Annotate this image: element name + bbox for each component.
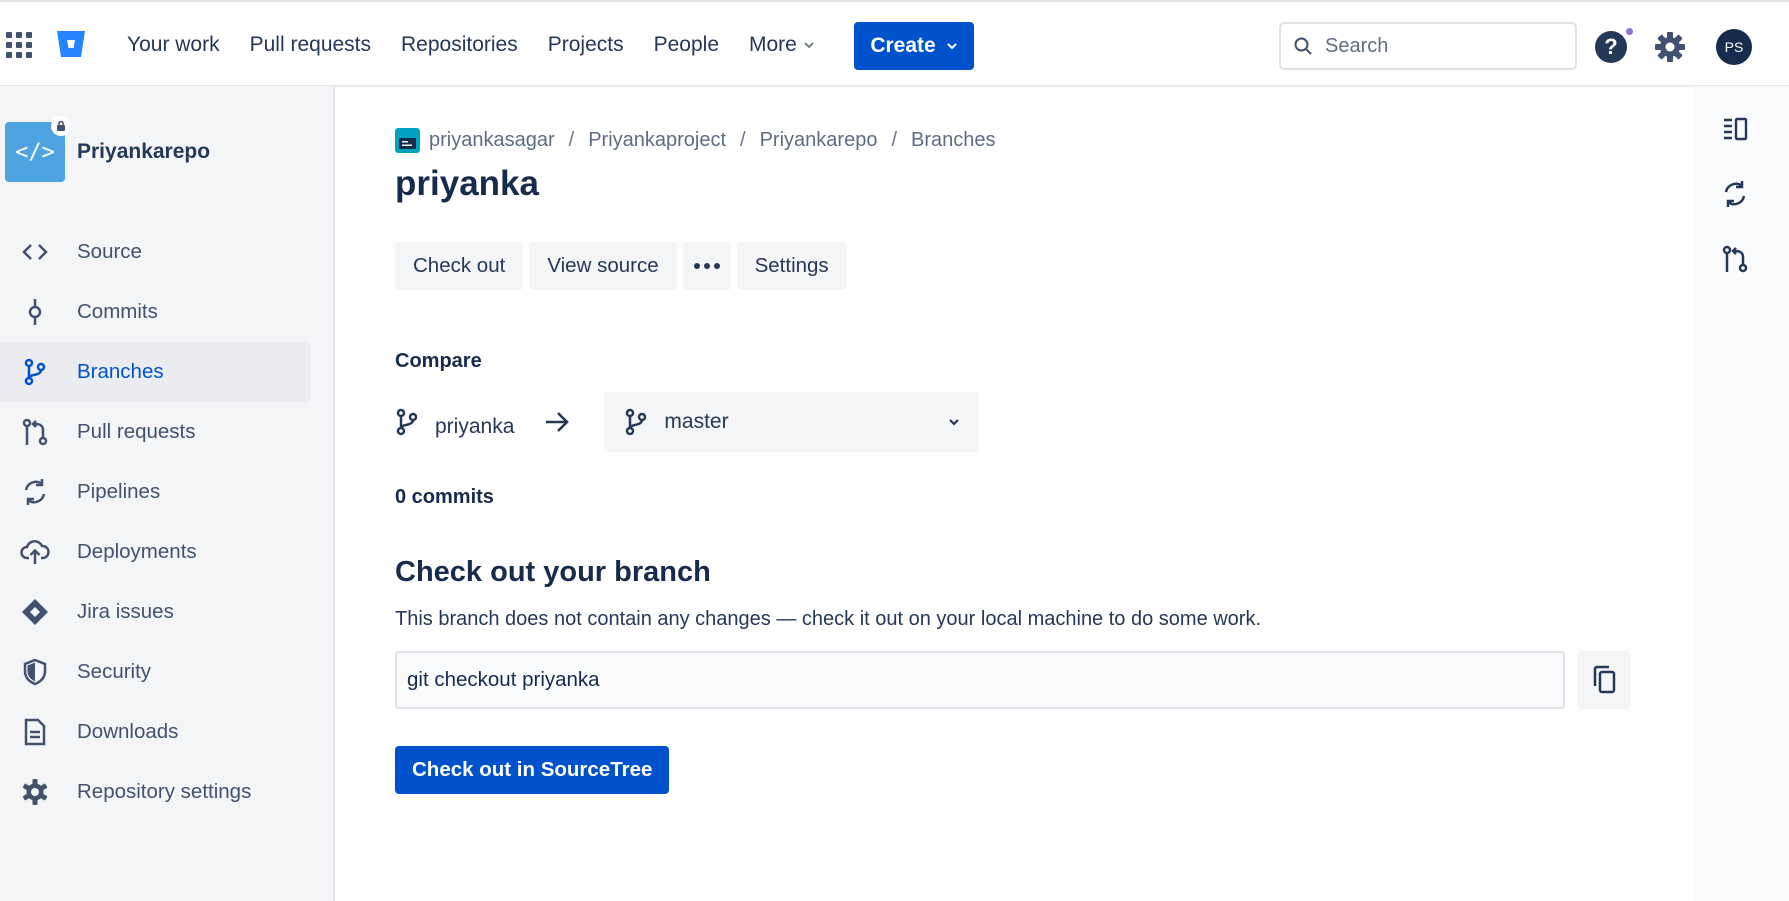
settings-gear-icon[interactable]: [1653, 30, 1687, 64]
repo-code-glyph: </>: [15, 139, 55, 165]
compare-row: priyanka master: [395, 392, 980, 452]
deployments-cloud-icon: [20, 537, 50, 567]
nav-more-dropdown[interactable]: More: [734, 2, 830, 88]
search-input[interactable]: [1325, 34, 1555, 58]
check-out-in-sourcetree-button[interactable]: Check out in SourceTree: [395, 746, 670, 794]
sidebar-item-source[interactable]: Source: [0, 222, 311, 282]
repo-icon: </>: [5, 116, 71, 182]
sidebar-item-label: Branches: [77, 360, 164, 383]
search-icon: [1294, 37, 1312, 55]
right-rail: [1693, 86, 1789, 901]
top-navigation-bar: Your work Pull requests Repositories Pro…: [0, 0, 1789, 86]
sidebar-item-downloads[interactable]: Downloads: [0, 702, 311, 762]
branch-actions: Check out View source Settings: [395, 242, 847, 290]
sidebar-item-branches[interactable]: Branches: [0, 342, 311, 402]
destination-branch-name: master: [664, 410, 729, 433]
more-actions-button[interactable]: [682, 242, 731, 290]
source-branch: priyanka: [395, 405, 514, 439]
sidebar-item-label: Downloads: [77, 720, 179, 743]
commit-icon: [20, 297, 50, 327]
gear-icon: [20, 777, 50, 807]
pull-request-icon[interactable]: [1720, 244, 1750, 274]
chevron-down-icon: [946, 43, 957, 50]
sidebar-item-deployments[interactable]: Deployments: [0, 522, 311, 582]
view-source-button[interactable]: View source: [529, 242, 677, 290]
create-button[interactable]: Create: [854, 22, 974, 70]
sidebar-item-label: Pull requests: [77, 420, 196, 443]
checkout-section-description: This branch does not contain any changes…: [395, 608, 1262, 630]
repo-sidebar: </> Priyankarepo Source Commits Branches: [0, 86, 335, 901]
copy-command-button[interactable]: [1577, 651, 1631, 709]
sidebar-nav: Source Commits Branches Pull requests Pi…: [0, 222, 311, 822]
sidebar-panel-icon[interactable]: [1720, 114, 1750, 144]
repo-name: Priyankarepo: [77, 140, 211, 163]
sidebar-item-pull-requests[interactable]: Pull requests: [0, 402, 311, 462]
lock-icon: [51, 116, 71, 136]
checkout-command-input[interactable]: [407, 668, 1547, 692]
sidebar-item-jira-issues[interactable]: Jira issues: [0, 582, 311, 642]
repo-header[interactable]: </> Priyankarepo: [5, 116, 211, 182]
breadcrumb-repository[interactable]: Priyankarepo: [760, 129, 878, 152]
project-avatar-icon: [395, 128, 420, 153]
breadcrumb-workspace[interactable]: priyankasagar: [429, 129, 555, 152]
source-branch-name: priyanka: [435, 415, 515, 438]
pipelines-sync-icon[interactable]: [1720, 179, 1750, 209]
app-switcher-icon[interactable]: [6, 32, 32, 58]
commits-count: 0 commits: [395, 486, 494, 508]
nav-pull-requests[interactable]: Pull requests: [235, 2, 386, 88]
notification-dot: [1624, 26, 1635, 37]
check-out-button[interactable]: Check out: [395, 242, 524, 290]
breadcrumb: priyankasagar / Priyankaproject / Priyan…: [395, 128, 996, 153]
nav-people[interactable]: People: [639, 2, 734, 88]
branch-icon: [396, 408, 418, 436]
source-code-icon: [20, 237, 50, 267]
settings-button[interactable]: Settings: [736, 242, 847, 290]
page-title: priyanka: [395, 164, 539, 203]
breadcrumb-project[interactable]: Priyankaproject: [588, 129, 726, 152]
chevron-down-icon: [949, 419, 960, 426]
sidebar-item-label: Commits: [77, 300, 158, 323]
sidebar-item-label: Source: [77, 240, 142, 263]
help-icon[interactable]: ?: [1595, 31, 1627, 63]
nav-more-label: More: [749, 33, 797, 56]
sidebar-item-repository-settings[interactable]: Repository settings: [0, 762, 311, 822]
sidebar-item-pipelines[interactable]: Pipelines: [0, 462, 311, 522]
nav-repositories[interactable]: Repositories: [386, 2, 533, 88]
branch-icon: [626, 408, 647, 436]
sidebar-item-commits[interactable]: Commits: [0, 282, 311, 342]
breadcrumb-branches[interactable]: Branches: [911, 129, 996, 152]
breadcrumb-separator: /: [740, 129, 746, 151]
nav-your-work[interactable]: Your work: [112, 2, 235, 88]
nav-projects[interactable]: Projects: [533, 2, 639, 88]
destination-branch-select[interactable]: master: [604, 392, 980, 452]
search-box[interactable]: [1279, 22, 1577, 70]
chevron-down-icon: [804, 42, 814, 49]
pipelines-icon: [20, 477, 50, 507]
breadcrumb-separator: /: [568, 129, 575, 151]
create-button-label: Create: [870, 34, 936, 57]
checkout-command-field[interactable]: [395, 651, 1565, 709]
compare-label: Compare: [395, 350, 482, 372]
main-nav: Your work Pull requests Repositories Pro…: [112, 2, 830, 88]
more-dots-icon: [693, 263, 720, 269]
branch-icon: [20, 357, 50, 387]
arrow-right-icon: [546, 412, 570, 432]
copy-icon: [1593, 665, 1616, 694]
breadcrumb-separator: /: [891, 129, 897, 151]
shield-icon: [20, 657, 50, 687]
bitbucket-logo[interactable]: [56, 30, 86, 58]
checkout-section-title: Check out your branch: [395, 556, 711, 588]
sidebar-item-label: Repository settings: [77, 780, 252, 803]
sidebar-item-security[interactable]: Security: [0, 642, 311, 702]
sidebar-item-label: Deployments: [77, 540, 197, 563]
pull-request-icon: [20, 417, 50, 447]
document-icon: [20, 717, 50, 747]
user-avatar[interactable]: PS: [1716, 29, 1752, 65]
sidebar-item-label: Jira issues: [77, 600, 174, 623]
sidebar-item-label: Security: [77, 660, 152, 683]
sidebar-item-label: Pipelines: [77, 480, 161, 503]
jira-icon: [20, 597, 50, 627]
